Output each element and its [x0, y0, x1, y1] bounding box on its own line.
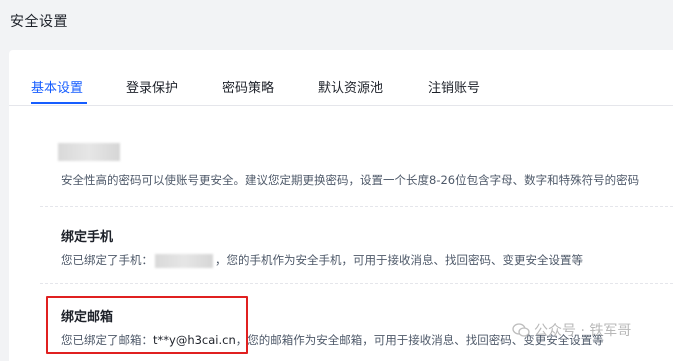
tab-password-policy[interactable]: 密码策略	[222, 77, 274, 96]
tab-cancel-account[interactable]: 注销账号	[428, 77, 480, 96]
tab-default-resource-pool[interactable]: 默认资源池	[318, 77, 383, 96]
page-title: 安全设置	[10, 14, 68, 30]
phone-title: 绑定手机	[61, 230, 114, 245]
active-tab-indicator	[31, 102, 87, 104]
watermark: 公众号 · 铁军哥	[512, 320, 631, 340]
phone-number-redacted	[155, 253, 213, 268]
section-divider	[40, 283, 673, 284]
wechat-icon	[512, 323, 530, 337]
password-title-redacted	[58, 143, 120, 161]
tab-basic-settings[interactable]: 基本设置	[31, 77, 83, 96]
email-highlight-box	[46, 296, 248, 354]
settings-card: 基本设置 登录保护 密码策略 默认资源池 注销账号 安全性高的密码可以使账号更安…	[9, 50, 673, 361]
tab-login-protection[interactable]: 登录保护	[126, 77, 178, 96]
phone-description: 您已绑定了手机： ，您的手机作为安全手机，可用于接收消息、找回密码、变更安全设置等	[61, 253, 583, 268]
tab-bar: 基本设置 登录保护 密码策略 默认资源池 注销账号	[9, 50, 673, 106]
section-divider	[40, 206, 673, 207]
password-description: 安全性高的密码可以使账号更安全。建议您定期更换密码，设置一个长度8-26位包含字…	[61, 173, 640, 187]
watermark-text: 公众号 · 铁军哥	[534, 323, 632, 339]
page-header: 安全设置	[0, 0, 673, 44]
